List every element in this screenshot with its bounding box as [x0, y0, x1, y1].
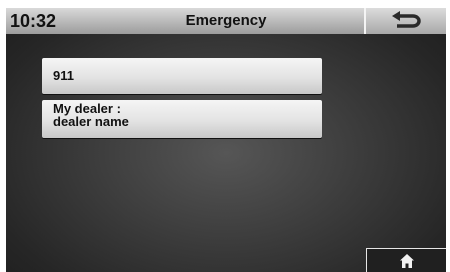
entry-label: 911 [53, 68, 74, 83]
home-icon [400, 254, 414, 268]
emergency-screen: 10:32 Emergency 911 My dealer : dealer n… [6, 8, 446, 272]
dealer-contact-entry[interactable]: My dealer : dealer name [42, 100, 322, 138]
back-button[interactable] [364, 8, 446, 34]
clock-time: 10:32 [10, 11, 57, 31]
entry-sublabel: dealer name [53, 114, 129, 129]
header-bar: 10:32 Emergency [6, 8, 446, 34]
emergency-number-911[interactable]: 911 [42, 58, 322, 94]
home-button[interactable] [366, 248, 446, 272]
page-title: Emergency [185, 12, 267, 29]
back-arrow-icon [392, 11, 421, 28]
device-frame: 10:32 Emergency 911 My dealer : dealer n… [0, 0, 450, 272]
